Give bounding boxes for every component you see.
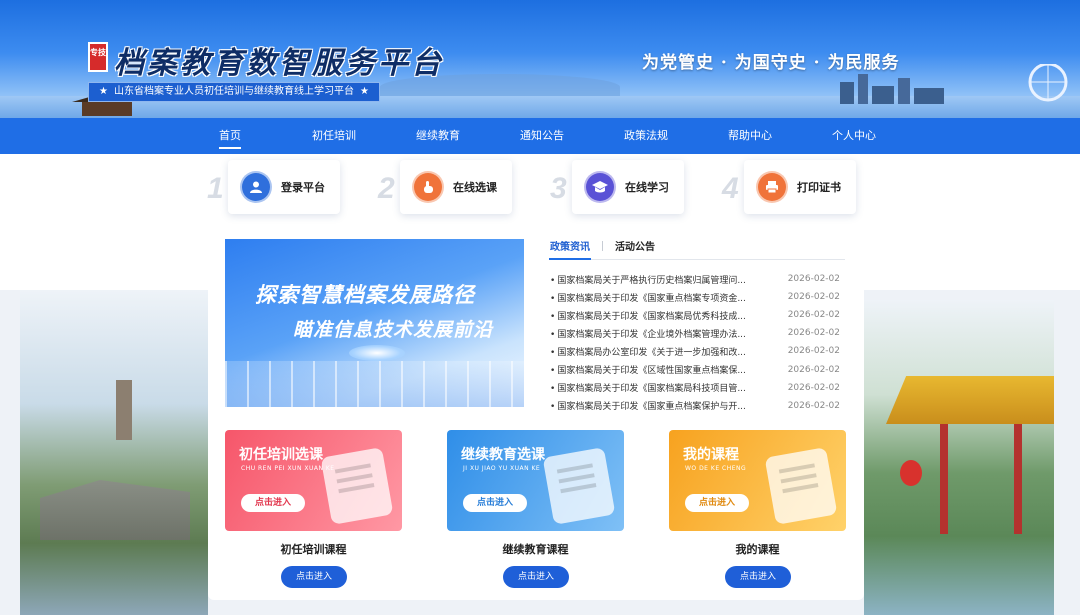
lantern-graphic (900, 460, 922, 486)
news-item[interactable]: 国家档案局关于印发《国家重点档案保护与开... 2026-02-02 (550, 397, 840, 415)
enter-continuing-education-button[interactable]: 点击进入 (503, 566, 569, 588)
course-card-title: 我的课程 (683, 447, 739, 463)
pointer-hand-icon (412, 171, 444, 203)
news-list: 国家档案局关于严格执行历史档案归属管理问... 2026-02-02 国家档案局关… (550, 270, 840, 415)
nav-item-home[interactable]: 首页 (178, 118, 282, 154)
course-card-continuing-education[interactable]: 继续教育选课 JI XU JIAO YU XUAN KE 点击进入 (447, 430, 624, 531)
step-label: 在线学习 (625, 181, 669, 194)
wall-graphic (40, 480, 190, 540)
scenery-right-pavilion (864, 300, 1054, 615)
news-date: 2026-02-02 (787, 292, 840, 303)
nav-item-personal-center[interactable]: 个人中心 (802, 118, 906, 154)
course-card-enter-button[interactable]: 点击进入 (685, 494, 749, 512)
logo-badge: 专技 (88, 42, 108, 72)
course-card-initial-training[interactable]: 初任培训选课 CHU REN PEI XUN XUAN KE 点击进入 (225, 430, 402, 531)
hero-line-2: 瞄准信息技术发展前沿 (293, 319, 494, 341)
news-title: 国家档案局关于印发《国家档案局科技项目管... (550, 381, 750, 394)
step-label: 登录平台 (281, 181, 325, 194)
star-icon: ★ (99, 86, 108, 97)
news-item[interactable]: 国家档案局关于印发《国家档案局优秀科技成... 2026-02-02 (550, 306, 840, 324)
news-tabs: 政策资讯 活动公告 (550, 238, 655, 253)
course-card-my-courses[interactable]: 我的课程 WO DE KE CHENG 点击进入 (669, 430, 846, 531)
step-online-learning[interactable]: 在线学习 (572, 160, 684, 214)
tab-divider (602, 240, 603, 251)
nav-item-help-center[interactable]: 帮助中心 (698, 118, 802, 154)
news-title: 国家档案局办公室印发《关于进一步加强和改... (550, 345, 750, 358)
step-number: 1 (207, 172, 224, 205)
news-tab-underline (549, 258, 845, 260)
news-item[interactable]: 国家档案局关于严格执行历史档案归属管理问... 2026-02-02 (550, 270, 840, 288)
nav-item-notices[interactable]: 通知公告 (490, 118, 594, 154)
active-tab-indicator (549, 258, 591, 260)
step-label: 在线选课 (453, 181, 497, 194)
course-card-pinyin: CHU REN PEI XUN XUAN KE (241, 465, 335, 472)
news-item[interactable]: 国家档案局关于印发《区域性国家重点档案保... 2026-02-02 (550, 360, 840, 378)
road-graphic (225, 361, 524, 407)
course-name: 初任培训课程 (280, 543, 347, 556)
news-title: 国家档案局关于印发《企业境外档案管理办法... (550, 327, 750, 340)
user-icon (240, 171, 272, 203)
checklist-document-icon (764, 447, 838, 525)
news-date: 2026-02-02 (787, 274, 840, 285)
futuristic-car-graphic (349, 345, 405, 361)
news-item[interactable]: 国家档案局关于印发《企业境外档案管理办法... 2026-02-02 (550, 324, 840, 342)
step-number: 3 (550, 172, 567, 205)
subtitle-bar: ★ 山东省档案专业人员初任培训与继续教育线上学习平台 ★ (88, 82, 380, 102)
pavilion-roof-graphic (886, 376, 1054, 424)
notebook-pen-icon (542, 447, 616, 525)
course-card-pinyin: WO DE KE CHENG (685, 465, 747, 472)
hero-banner[interactable]: 探索智慧档案发展路径 瞄准信息技术发展前沿 (225, 239, 524, 407)
news-title: 国家档案局关于印发《国家重点档案专项资金... (550, 291, 750, 304)
pavilion-pillar (940, 424, 948, 534)
nav-item-policies[interactable]: 政策法规 (594, 118, 698, 154)
pavilion-pillar (1014, 424, 1022, 534)
subtitle-text: 山东省档案专业人员初任培训与继续教育线上学习平台 (113, 86, 354, 97)
course-card-title: 继续教育选课 (461, 447, 545, 463)
news-item[interactable]: 国家档案局关于印发《国家重点档案专项资金... 2026-02-02 (550, 288, 840, 306)
news-date: 2026-02-02 (787, 364, 840, 375)
news-title: 国家档案局关于印发《国家档案局优秀科技成... (550, 309, 750, 322)
enter-my-courses-button[interactable]: 点击进入 (725, 566, 791, 588)
tab-activity-notices[interactable]: 活动公告 (615, 238, 655, 253)
nav-item-initial-training[interactable]: 初任培训 (282, 118, 386, 154)
news-title: 国家档案局关于印发《国家重点档案保护与开... (550, 399, 750, 412)
course-name: 我的课程 (735, 543, 780, 556)
hero-line-1: 探索智慧档案发展路径 (255, 283, 475, 307)
watchtower-graphic (116, 380, 132, 440)
open-book-icon (320, 447, 394, 525)
graduation-cap-icon (584, 171, 616, 203)
news-item[interactable]: 国家档案局办公室印发《关于进一步加强和改... 2026-02-02 (550, 342, 840, 360)
news-date: 2026-02-02 (787, 328, 840, 339)
course-card-enter-button[interactable]: 点击进入 (241, 494, 305, 512)
course-card-enter-button[interactable]: 点击进入 (463, 494, 527, 512)
course-card-pinyin: JI XU JIAO YU XUAN KE (463, 465, 541, 472)
step-online-course-selection[interactable]: 在线选课 (400, 160, 512, 214)
step-number: 2 (378, 172, 395, 205)
step-login-platform[interactable]: 登录平台 (228, 160, 340, 214)
nav-item-continuing-education[interactable]: 继续教育 (386, 118, 490, 154)
course-name: 继续教育课程 (502, 543, 569, 556)
enter-initial-training-button[interactable]: 点击进入 (281, 566, 347, 588)
slogan: 为党管史 · 为国守史 · 为民服务 (642, 53, 900, 73)
news-date: 2026-02-02 (787, 346, 840, 357)
news-title: 国家档案局关于印发《区域性国家重点档案保... (550, 363, 750, 376)
news-date: 2026-02-02 (787, 382, 840, 393)
star-icon: ★ (359, 86, 369, 97)
main-nav: 首页 初任培训 继续教育 通知公告 政策法规 帮助中心 个人中心 (0, 118, 1080, 154)
header-banner: 专技 档案教育数智服务平台 ★ 山东省档案专业人员初任培训与继续教育线上学习平台… (0, 0, 1080, 118)
news-date: 2026-02-02 (787, 310, 840, 321)
news-item[interactable]: 国家档案局关于印发《国家档案局科技项目管... 2026-02-02 (550, 379, 840, 397)
site-title: 档案教育数智服务平台 (114, 46, 444, 81)
step-number: 4 (722, 172, 739, 205)
news-date: 2026-02-02 (787, 400, 840, 411)
course-card-title: 初任培训选课 (239, 447, 323, 463)
printer-icon (756, 171, 788, 203)
step-label: 打印证书 (797, 181, 841, 194)
tab-policy-news[interactable]: 政策资讯 (550, 238, 590, 253)
scenery-left-great-wall (20, 290, 208, 615)
news-title: 国家档案局关于严格执行历史档案归属管理问... (550, 273, 750, 286)
step-print-certificate[interactable]: 打印证书 (744, 160, 856, 214)
